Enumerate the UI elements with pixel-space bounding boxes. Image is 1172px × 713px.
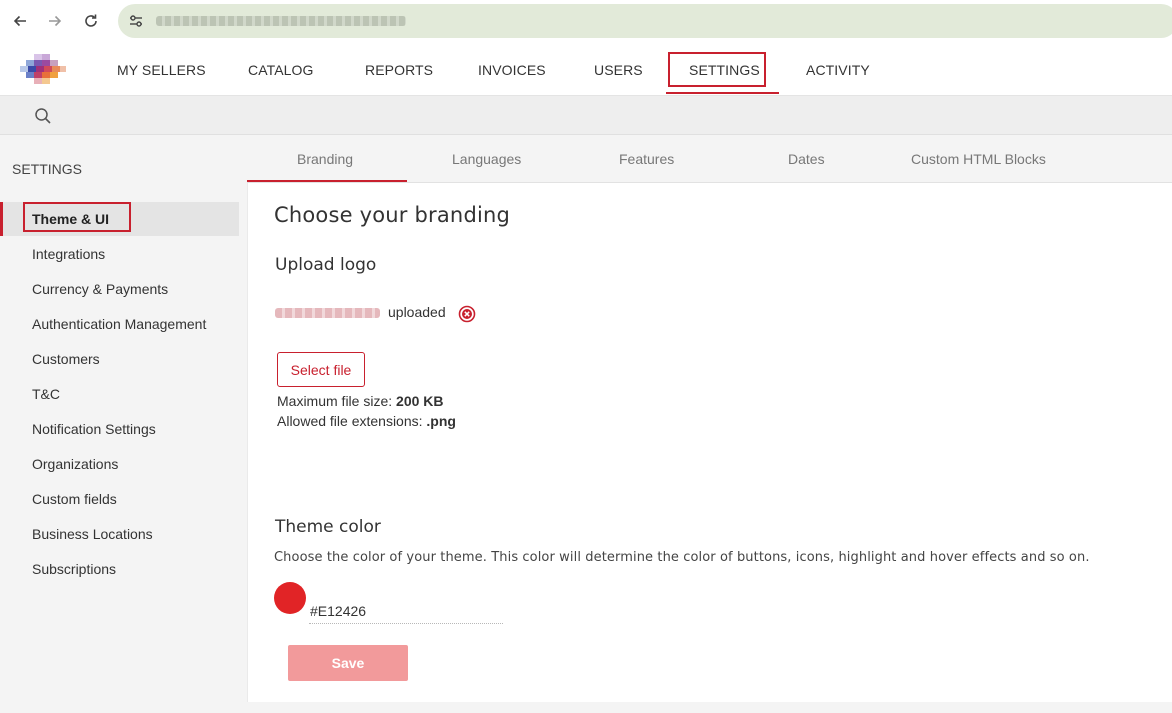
branding-panel: Choose your branding Upload logo uploade… — [247, 183, 1172, 702]
sidebar-item-custom-fields[interactable]: Custom fields — [32, 491, 117, 507]
sidebar-item-integrations[interactable]: Integrations — [32, 246, 105, 262]
sidebar-item-business-locations[interactable]: Business Locations — [32, 526, 153, 542]
tab-active-indicator — [247, 180, 407, 182]
settings-tabs: Branding Languages Features Dates Custom… — [247, 135, 1172, 183]
nav-active-indicator — [666, 92, 779, 94]
sidebar-item-currency-payments[interactable]: Currency & Payments — [32, 281, 168, 297]
upload-logo-title: Upload logo — [275, 255, 377, 275]
url-text-redacted — [156, 16, 406, 26]
nav-activity[interactable]: ACTIVITY — [806, 62, 870, 78]
select-file-button[interactable]: Select file — [277, 352, 365, 387]
tab-features[interactable]: Features — [619, 151, 674, 167]
reload-button[interactable] — [78, 8, 104, 34]
search-bar — [0, 96, 1172, 135]
reload-icon — [85, 14, 97, 27]
theme-color-title: Theme color — [275, 517, 381, 537]
nav-catalog[interactable]: CATALOG — [248, 62, 314, 78]
nav-reports[interactable]: REPORTS — [365, 62, 433, 78]
sidebar-item-theme-ui[interactable]: Theme & UI — [32, 211, 109, 227]
settings-sidebar: SETTINGS Theme & UI Integrations Currenc… — [0, 135, 247, 713]
brand-logo[interactable] — [20, 52, 68, 88]
browser-toolbar — [0, 0, 1172, 44]
theme-color-description: Choose the color of your theme. This col… — [274, 550, 1090, 565]
sidebar-item-notification-settings[interactable]: Notification Settings — [32, 421, 156, 437]
search-icon[interactable] — [34, 107, 52, 125]
max-file-size-label: Maximum file size: — [277, 393, 393, 409]
nav-users[interactable]: USERS — [594, 62, 643, 78]
allowed-extensions-value: .png — [426, 413, 456, 429]
theme-color-input[interactable] — [309, 598, 503, 624]
page-title: Choose your branding — [274, 203, 511, 227]
arrow-right-icon — [49, 15, 62, 27]
max-file-size: Maximum file size: 200 KB — [277, 393, 444, 409]
arrow-left-icon — [13, 15, 26, 27]
nav-invoices[interactable]: INVOICES — [478, 62, 546, 78]
sidebar-title: SETTINGS — [12, 161, 83, 177]
sidebar-item-customers[interactable]: Customers — [32, 351, 100, 367]
remove-circle-icon[interactable] — [458, 305, 476, 323]
tab-dates[interactable]: Dates — [788, 151, 825, 167]
save-button[interactable]: Save — [288, 645, 408, 681]
uploaded-file-name-redacted — [275, 308, 380, 318]
forward-button[interactable] — [42, 8, 68, 34]
nav-settings[interactable]: SETTINGS — [689, 62, 760, 78]
sidebar-item-tc[interactable]: T&C — [32, 386, 60, 402]
back-button[interactable] — [7, 8, 33, 34]
sidebar-item-authentication-management[interactable]: Authentication Management — [32, 316, 206, 332]
nav-my-sellers[interactable]: MY SELLERS — [117, 62, 206, 78]
top-navigation: MY SELLERS CATALOG REPORTS INVOICES USER… — [0, 44, 1172, 96]
tune-icon[interactable] — [128, 13, 144, 29]
tab-branding[interactable]: Branding — [297, 151, 353, 167]
tab-custom-html-blocks[interactable]: Custom HTML Blocks — [911, 151, 1046, 167]
allowed-extensions: Allowed file extensions: .png — [277, 413, 456, 429]
sidebar-item-subscriptions[interactable]: Subscriptions — [32, 561, 116, 577]
content-footer — [247, 702, 1172, 713]
address-bar[interactable] — [118, 4, 1172, 38]
allowed-extensions-label: Allowed file extensions: — [277, 413, 423, 429]
theme-color-swatch[interactable] — [274, 582, 306, 614]
upload-status: uploaded — [388, 304, 446, 320]
tab-languages[interactable]: Languages — [452, 151, 521, 167]
sidebar-active-marker — [0, 202, 3, 236]
sidebar-item-organizations[interactable]: Organizations — [32, 456, 118, 472]
max-file-size-value: 200 KB — [396, 393, 444, 409]
